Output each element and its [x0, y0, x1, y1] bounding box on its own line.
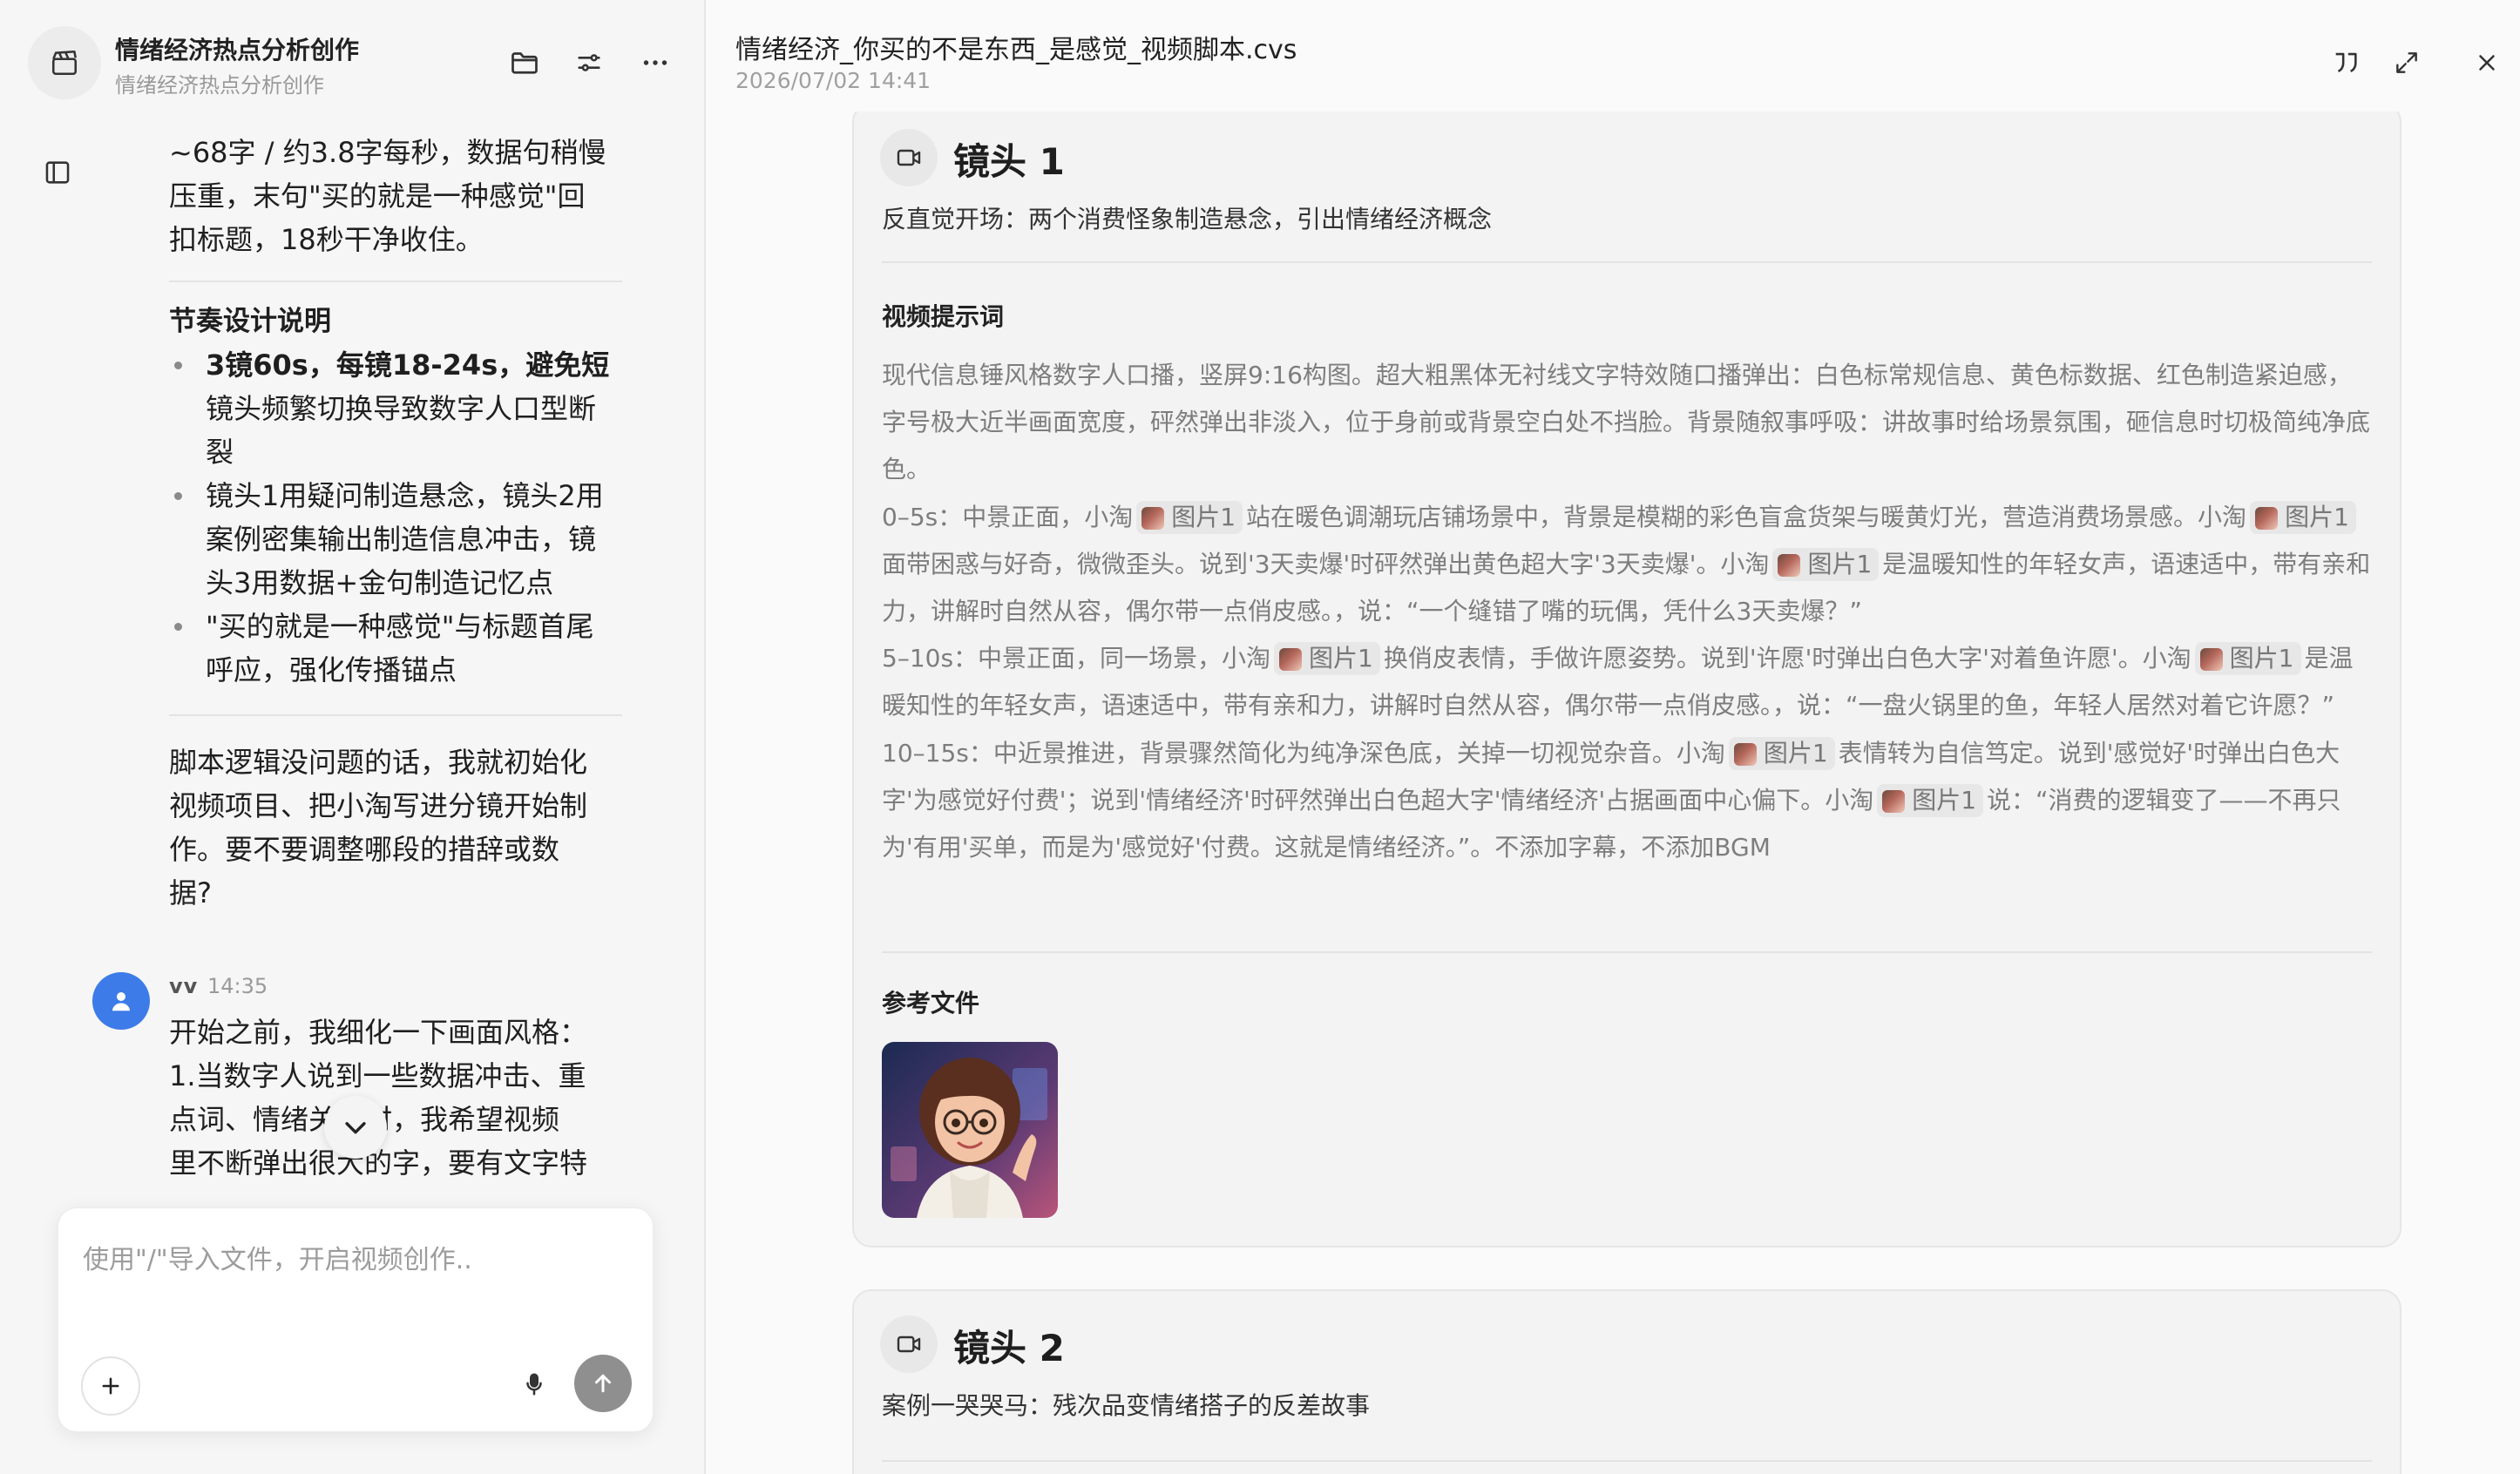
character-thumbnail — [1882, 789, 1906, 813]
more-button[interactable] — [636, 44, 674, 82]
project-subtitle: 情绪经济热点分析创作 — [115, 73, 324, 98]
sliders-icon — [578, 54, 600, 71]
assistant-closing: 脚本逻辑没问题的话，我就初始化 视频项目、把小淘写进分镜开始制 作。要不要调整哪… — [169, 746, 588, 909]
send-button[interactable] — [574, 1355, 632, 1412]
expand-button[interactable] — [2386, 42, 2428, 84]
reference-label: 参考文件 — [882, 989, 980, 1018]
user-name: vv — [169, 974, 199, 998]
image-chip[interactable]: 图片1 — [1274, 642, 1380, 676]
project-title: 情绪经济热点分析创作 — [115, 36, 360, 64]
character-thumbnail — [2199, 648, 2223, 672]
document-panel: 镜头 1 反直觉开场：两个消费怪象制造悬念，引出情绪经济概念 视频提示词 现代信… — [706, 0, 2520, 1474]
image-chip[interactable]: 图片1 — [1772, 547, 1880, 581]
divider — [882, 261, 2372, 263]
microphone-icon — [526, 1373, 542, 1396]
folder-icon — [511, 52, 538, 74]
shot-card-2: 镜头 2 案例一哭哭马：残次品变情绪搭子的反差故事 — [852, 1289, 2401, 1474]
document-timestamp: 2026/07/02 14:41 — [735, 68, 931, 93]
expand-icon — [2396, 52, 2417, 73]
shot-description: 反直觉开场：两个消费怪象制造悬念，引出情绪经济概念 — [882, 205, 1493, 233]
list-item: 镜头1用疑问制造悬念，镜头2用 案例密集输出制造信息冲击，镜 头3用数据+金句制… — [169, 474, 622, 605]
close-icon — [2479, 55, 2495, 71]
message-time: 14:35 — [207, 974, 268, 998]
shot-title: 镜头 1 — [953, 140, 1065, 183]
user-icon — [112, 992, 130, 1011]
more-dots-icon — [643, 60, 667, 65]
video-prompt: 现代信息锤风格数字人口播，竖屏9:16构图。超大粗黑体无衬线文字特效随口播弹出：… — [882, 361, 2371, 862]
shot-icon — [880, 1315, 938, 1373]
arrow-up-icon — [595, 1374, 611, 1393]
project-avatar[interactable] — [28, 26, 101, 99]
image-chip[interactable]: 图片1 — [1136, 500, 1243, 534]
clapperboard-icon — [51, 50, 78, 76]
rhythm-section-title: 节奏设计说明 — [169, 306, 331, 337]
video-camera-icon — [897, 1335, 921, 1353]
divider — [169, 714, 622, 716]
document-title: 情绪经济_你买的不是东西_是感觉_视频脚本.cvs — [735, 35, 1297, 65]
shot-description: 案例一哭哭马：残次品变情绪搭子的反差故事 — [882, 1391, 1371, 1420]
character-thumbnail — [1141, 506, 1165, 530]
add-attachment-button[interactable] — [81, 1356, 140, 1416]
shot-title: 镜头 2 — [953, 1327, 1065, 1369]
image-chip[interactable]: 图片1 — [2250, 500, 2356, 534]
image-chip[interactable]: 图片1 — [1877, 783, 1984, 817]
document-header: 情绪经济_你买的不是东西_是感觉_视频脚本.cvs 2026/07/02 14:… — [706, 0, 2520, 112]
divider — [882, 1460, 2372, 1462]
image-chip[interactable]: 图片1 — [1728, 736, 1835, 770]
plus-icon — [102, 1377, 119, 1395]
assistant-paragraph: ~68字 / 约3.8字每秒，数据句稍慢 压重，末句"买的就是一种感觉"回 扣标… — [169, 136, 606, 256]
video-camera-icon — [897, 149, 921, 166]
folder-button[interactable] — [505, 44, 544, 82]
divider — [169, 281, 622, 282]
shot-card-1: 镜头 1 反直觉开场：两个消费怪象制造悬念，引出情绪经济概念 视频提示词 现代信… — [852, 103, 2401, 1247]
rhythm-list: 3镜60s，每镜18-24s，避免短 镜头频繁切换导致数字人口型断 裂 镜头1用… — [169, 343, 622, 692]
list-item: 3镜60s，每镜18-24s，避免短 镜头频繁切换导致数字人口型断 裂 — [169, 343, 622, 474]
character-thumbnail — [1733, 742, 1757, 766]
voice-input-button[interactable] — [513, 1363, 555, 1405]
assistant-message: ~68字 / 约3.8字每秒，数据句稍慢 压重，末句"买的就是一种感觉"回 扣标… — [169, 131, 622, 915]
scroll-to-bottom-button[interactable] — [324, 1096, 387, 1159]
message-composer — [58, 1207, 654, 1432]
settings-sliders-button[interactable] — [570, 44, 608, 82]
shot-icon — [880, 129, 938, 186]
chevron-down-icon — [345, 1122, 366, 1134]
list-item: "买的就是一种感觉"与标题首尾 呼应，强化传播锚点 — [169, 605, 622, 692]
reference-image[interactable] — [882, 1042, 1058, 1218]
quote-icon — [2335, 52, 2357, 73]
sidebar-toggle-button[interactable] — [38, 153, 77, 192]
divider — [882, 951, 2372, 953]
sidebar-panel-icon — [45, 161, 70, 184]
prompt-label: 视频提示词 — [882, 302, 1005, 331]
avatar[interactable] — [92, 972, 150, 1030]
character-illustration — [882, 1042, 1058, 1218]
quote-button[interactable] — [2325, 42, 2367, 84]
chat-panel: 情绪经济热点分析创作 情绪经济热点分析创作 ~68字 / 约3.8字每秒，数据句… — [0, 0, 706, 1474]
user-message: 开始之前，我细化一下画面风格： 1.当数字人说到一些数据冲击、重 点词、情绪关键… — [169, 1016, 588, 1180]
character-thumbnail — [1778, 553, 1801, 577]
message-input[interactable] — [81, 1224, 625, 1295]
close-button[interactable] — [2466, 42, 2508, 84]
character-thumbnail — [2255, 506, 2279, 530]
image-chip[interactable]: 图片1 — [2194, 642, 2301, 676]
character-thumbnail — [1279, 648, 1303, 672]
